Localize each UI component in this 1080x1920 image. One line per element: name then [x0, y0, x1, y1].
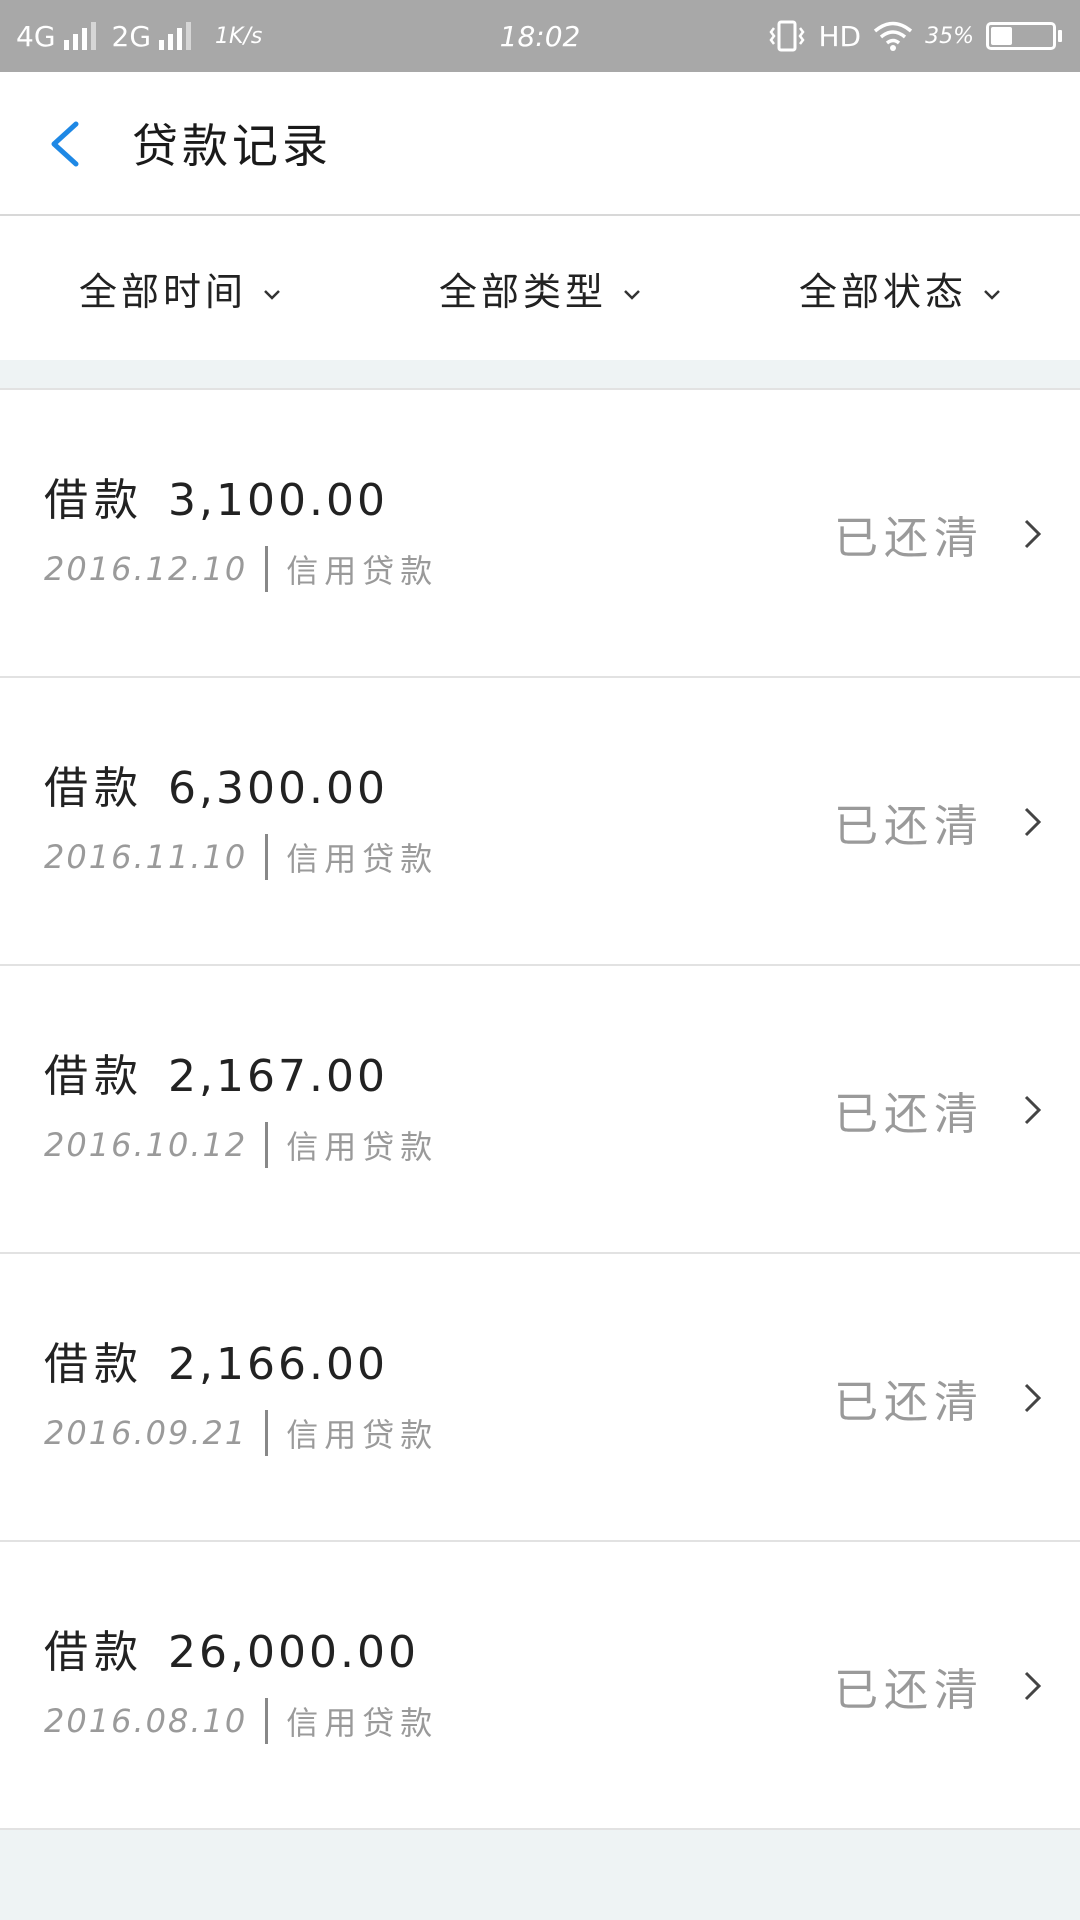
chevron-down-icon [623, 266, 641, 310]
chevron-down-icon [263, 266, 281, 310]
loan-type: 借款 [44, 475, 144, 526]
loan-type: 借款 [44, 1051, 144, 1102]
loan-list: 借款 3,100.00 2016.12.10 信用贷款 已还清 借款 6,300… [0, 388, 1080, 1830]
loan-type: 借款 [44, 1627, 144, 1678]
loan-type: 借款 [44, 1339, 144, 1390]
meta-divider [265, 546, 269, 592]
meta-divider [265, 1698, 269, 1744]
loan-amount: 26,000.00 [168, 1627, 419, 1678]
chevron-right-icon [1022, 966, 1044, 1254]
chevron-right-icon [1022, 390, 1044, 678]
filter-type-dropdown[interactable]: 全部类型 [360, 216, 720, 360]
meta-divider [265, 1410, 269, 1456]
loan-status: 已还清 [834, 513, 984, 564]
loan-status: 已还清 [834, 801, 984, 852]
vibrate-icon [768, 19, 806, 53]
loan-date: 2016.12.10 [44, 550, 248, 588]
filter-label: 全部时间 [78, 269, 247, 314]
loan-meta: 2016.08.10 信用贷款 [44, 1698, 438, 1744]
filter-label: 全部类型 [438, 269, 607, 314]
page-title: 贷款记录 [132, 119, 332, 173]
battery-percent: 35% [925, 23, 974, 49]
loan-product: 信用贷款 [286, 1416, 439, 1454]
loan-amount-line: 借款 2,167.00 [44, 1040, 388, 1104]
wifi-icon [873, 20, 913, 52]
loan-meta: 2016.12.10 信用贷款 [44, 546, 438, 592]
filter-status-dropdown[interactable]: 全部状态 [720, 216, 1080, 360]
loan-product: 信用贷款 [286, 1704, 439, 1742]
loan-status: 已还清 [834, 1089, 984, 1140]
filter-label: 全部状态 [798, 269, 967, 314]
loan-amount: 2,167.00 [168, 1051, 388, 1102]
meta-divider [265, 1122, 269, 1168]
back-button[interactable] [40, 116, 96, 172]
loan-meta: 2016.10.12 信用贷款 [44, 1122, 438, 1168]
loan-list-item[interactable]: 借款 26,000.00 2016.08.10 信用贷款 已还清 [0, 1542, 1080, 1830]
loan-date: 2016.08.10 [44, 1702, 248, 1740]
loan-amount: 3,100.00 [168, 475, 388, 526]
loan-product: 信用贷款 [286, 840, 439, 878]
loan-amount-line: 借款 2,166.00 [44, 1328, 388, 1392]
loan-date: 2016.11.10 [44, 838, 248, 876]
loan-amount-line: 借款 3,100.00 [44, 464, 388, 528]
loan-amount-line: 借款 26,000.00 [44, 1616, 419, 1680]
chevron-right-icon [1022, 678, 1044, 966]
loan-list-item[interactable]: 借款 2,166.00 2016.09.21 信用贷款 已还清 [0, 1254, 1080, 1542]
meta-divider [265, 834, 269, 880]
hd-label: HD [818, 19, 862, 53]
loan-product: 信用贷款 [286, 1128, 439, 1166]
loan-status: 已还清 [834, 1377, 984, 1428]
app-header: 贷款记录 [0, 72, 1080, 216]
chevron-left-icon [51, 121, 79, 167]
loan-type: 借款 [44, 763, 144, 814]
chevron-right-icon [1022, 1542, 1044, 1830]
loan-meta: 2016.11.10 信用贷款 [44, 834, 438, 880]
loan-list-item[interactable]: 借款 6,300.00 2016.11.10 信用贷款 已还清 [0, 678, 1080, 966]
chevron-down-icon [983, 266, 1001, 310]
filter-time-dropdown[interactable]: 全部时间 [0, 216, 360, 360]
loan-product: 信用贷款 [286, 552, 439, 590]
status-right: HD 35% [768, 0, 1062, 72]
battery-icon [986, 22, 1062, 50]
loan-status: 已还清 [834, 1665, 984, 1716]
loan-date: 2016.09.21 [44, 1414, 248, 1452]
loan-amount: 2,166.00 [168, 1339, 388, 1390]
chevron-right-icon [1022, 1254, 1044, 1542]
loan-amount-line: 借款 6,300.00 [44, 752, 388, 816]
filter-bar: 全部时间 全部类型 全部状态 [0, 216, 1080, 360]
loan-meta: 2016.09.21 信用贷款 [44, 1410, 438, 1456]
loan-amount: 6,300.00 [168, 763, 388, 814]
loan-list-item[interactable]: 借款 3,100.00 2016.12.10 信用贷款 已还清 [0, 390, 1080, 678]
loan-date: 2016.10.12 [44, 1126, 248, 1164]
loan-list-item[interactable]: 借款 2,167.00 2016.10.12 信用贷款 已还清 [0, 966, 1080, 1254]
status-bar: 4G 2G 1K/s 18:02 HD 35% [0, 0, 1080, 72]
